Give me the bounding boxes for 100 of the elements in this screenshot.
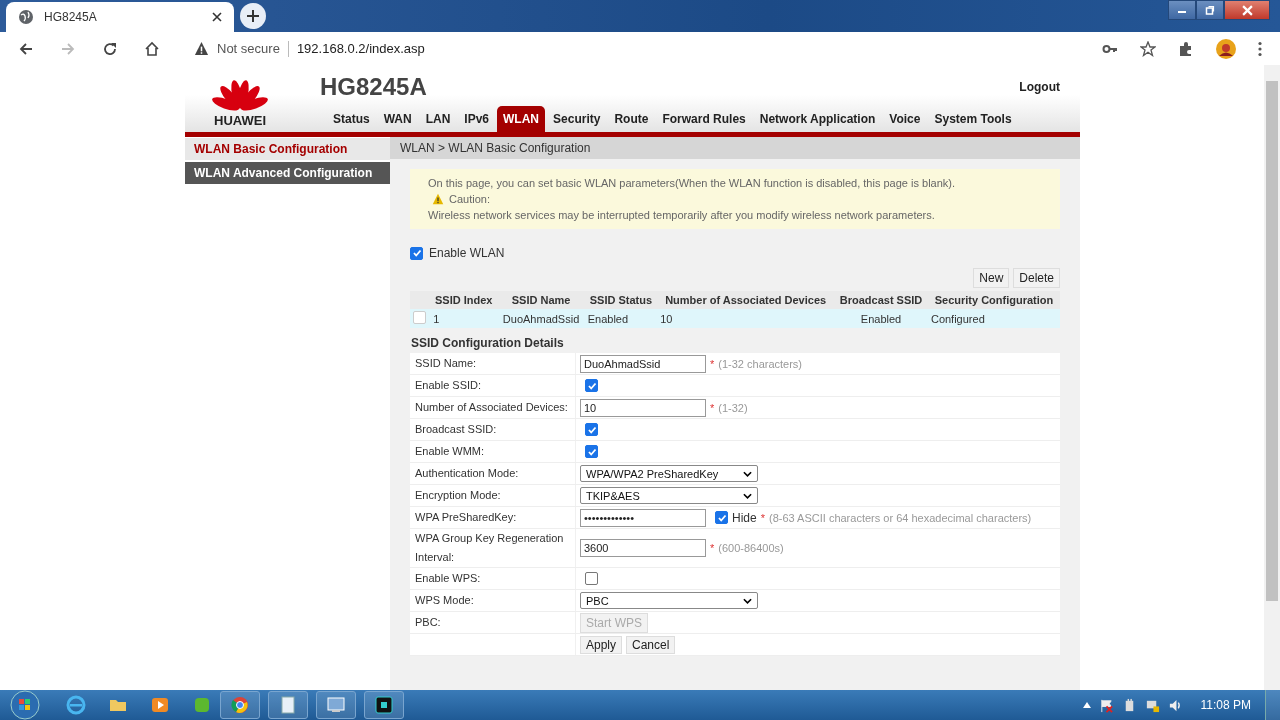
notice-text: Wireless network services may be interrupted temporarily after you modify wireless network parameters. [428,209,936,221]
clock[interactable]: 11:08 PM [1200,698,1251,712]
nav-tab[interactable]: LAN [419,106,457,132]
input-field[interactable]: DuoAhmadSsid [580,354,706,373]
browser-icon [230,695,250,715]
dropdown[interactable]: TKIP&AES [580,487,758,504]
nav-tab[interactable]: WAN [377,106,418,132]
checkbox[interactable] [585,379,598,392]
column-header: SSID Status [584,291,658,309]
field-label: WPA PreSharedKey: [415,510,517,525]
model-title: HG8245A [320,73,427,101]
checkbox[interactable] [715,511,728,524]
table-cell: Enabled [834,309,928,328]
input-field[interactable]: ••••••••••••• [580,508,706,527]
checkbox-label: Enable WLAN [429,246,505,260]
dropdown[interactable]: WPA/WPA2 PreSharedKey [580,465,758,482]
table-cell: 10 [657,309,835,328]
field-label: Enable SSID: [415,378,482,393]
column-header: SSID Index [430,291,498,309]
nav-tab[interactable]: Route [608,106,655,132]
nav-tab[interactable]: Security [547,106,607,132]
nav-tab[interactable]: Network Application [753,106,882,132]
field-hint: (600-86400s) [718,542,784,554]
taskbar-button[interactable] [364,691,404,719]
sidebar-item[interactable]: WLAN Advanced Configuration [185,162,390,184]
monitor-icon [326,695,346,715]
field-label: WPA Group Key Regeneration Interval: [415,531,565,565]
close-button[interactable] [1224,0,1270,20]
media-player-icon[interactable] [150,695,170,715]
checkbox-label: Hide [732,510,757,525]
field-label: Authentication Mode: [415,466,519,481]
checkbox[interactable] [585,445,598,458]
security-label[interactable]: Not secure [217,41,280,56]
checkbox[interactable] [410,246,423,260]
table-cell: 1 [430,309,498,328]
sidebar-item[interactable]: WLAN Basic Configuration [185,138,390,160]
nav-tab[interactable]: IPv6 [458,106,496,132]
puzzle-icon[interactable] [1178,40,1194,57]
row-checkbox[interactable] [413,311,426,324]
browser-tab[interactable]: HG8245A [6,2,234,32]
field-hint: (1-32 characters) [718,357,803,370]
new-tab-button[interactable] [240,3,266,29]
nav-tab[interactable]: Forward Rules [656,106,752,132]
flag-icon[interactable] [1098,697,1114,713]
column-header: SSID Name [497,291,585,309]
form-button[interactable]: Apply [580,635,623,654]
app-icon[interactable] [192,695,212,715]
column-header: Broadcast SSID [834,291,928,309]
table-button[interactable]: Delete [1013,268,1060,288]
column-header: Security Configuration [927,291,1060,309]
nav-tab[interactable]: System Tools [928,106,1018,132]
star-icon[interactable] [1140,40,1156,57]
dropdown[interactable]: PBC [580,592,758,609]
minimize-button[interactable] [1168,0,1196,20]
address-field[interactable]: 192.168.0.2/index.asp [296,41,425,56]
section-title: SSID Configuration Details [411,336,565,350]
field-label: Enable WMM: [415,444,485,459]
close-icon[interactable] [212,12,222,22]
field-hint: (8-63 ASCII characters or 64 hexadecimal characters) [768,511,1032,524]
reload-icon[interactable] [102,40,118,57]
form-button[interactable]: Cancel [626,635,676,654]
field-label: SSID Name: [415,356,477,371]
required-mark: * [760,511,765,524]
required-mark: * [710,542,715,554]
required-mark: * [710,401,715,414]
field-label: Number of Associated Devices: [415,400,568,415]
taskbar-button[interactable] [268,691,308,719]
field-label: PBC: [415,615,441,630]
field-hint: (1-32) [718,401,748,414]
restore-icon [1205,5,1215,15]
field-label: Enable WPS: [415,571,481,586]
caret-icon [743,470,752,477]
home-icon[interactable] [144,40,160,57]
browser-e-icon[interactable] [66,695,86,715]
close-icon [1241,4,1253,16]
input-field[interactable]: 3600 [580,539,706,557]
restore-button[interactable] [1196,0,1224,20]
caret-icon [743,597,752,604]
logout-link[interactable]: Logout [1019,80,1060,94]
field-label: Encryption Mode: [415,488,501,503]
nav-tab[interactable]: Status [327,106,376,132]
checkbox[interactable] [585,572,598,585]
checkbox[interactable] [585,423,598,436]
scrollbar[interactable] [1264,65,1280,690]
required-mark: * [710,357,715,370]
start-button[interactable] [10,690,40,720]
table-cell: Enabled [584,309,658,328]
input-field[interactable]: 10 [580,398,706,417]
table-button[interactable]: New [973,268,1010,288]
nav-tab[interactable]: WLAN [497,106,546,132]
avatar-icon[interactable] [1216,38,1236,59]
menu-icon[interactable] [1258,40,1262,57]
field-label: WPS Mode: [415,593,474,608]
nav-tab[interactable]: Voice [883,106,927,132]
caret-icon[interactable] [1082,702,1091,708]
back-icon[interactable] [18,40,34,57]
column-header: Number of Associated Devices [657,291,835,309]
notice-text: On this page, you can set basic WLAN parameters(When the WLAN function is disabled, this page is blank). [428,177,957,189]
table-cell: Configured [927,309,1060,328]
breadcrumb: WLAN > WLAN Basic Configuration [390,137,1080,159]
